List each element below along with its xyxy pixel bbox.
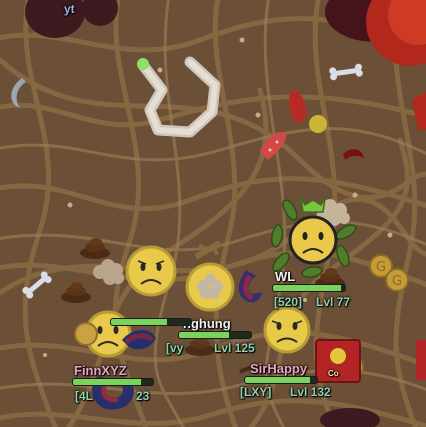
- health-fill-wl: [273, 285, 342, 291]
- game-world: G G G: [0, 0, 426, 427]
- health-bar-sirhappy: [244, 376, 318, 384]
- level-wl: Lvl 77: [316, 295, 351, 309]
- health-bar-finn: [72, 378, 154, 386]
- card-label: Co: [328, 369, 339, 378]
- clan-tag-nghung: [vy: [166, 341, 184, 355]
- gold-coin-2: G: [385, 268, 409, 292]
- health-fill-center: [111, 319, 167, 325]
- clan-tag-finn: [4L: [75, 389, 93, 403]
- game-viewport[interactable]: G G G yt WL [520] Lvl 77 nghung [vy Lvl …: [0, 0, 426, 427]
- level-sirhappy: Lvl 132: [290, 385, 331, 399]
- player-name-wl: WL: [275, 269, 296, 284]
- flower-player-center: [125, 245, 177, 297]
- flower-player-sirhappy: [263, 306, 311, 354]
- offscreen-player-label: yt: [64, 2, 75, 16]
- svg-text:G: G: [376, 260, 386, 275]
- yellow-pollen: [309, 115, 327, 133]
- svg-text:G: G: [392, 274, 402, 289]
- player-name-finn: FinnXYZ: [74, 363, 127, 378]
- clan-tag-sirhappy: [LXY]: [240, 385, 272, 399]
- health-fill-sirhappy: [245, 377, 310, 383]
- level-nghung: Lvl 125: [214, 341, 255, 355]
- level-finn: 23: [136, 389, 150, 403]
- health-bar-wl: [272, 284, 346, 292]
- clan-tag-wl: [520]: [274, 295, 303, 309]
- health-bar-center: [110, 318, 192, 326]
- health-fill-nghung: [179, 332, 230, 338]
- health-bar-nghung: [178, 331, 252, 339]
- player-name-sirhappy: SirHappy: [250, 361, 308, 376]
- health-fill-finn: [73, 379, 141, 385]
